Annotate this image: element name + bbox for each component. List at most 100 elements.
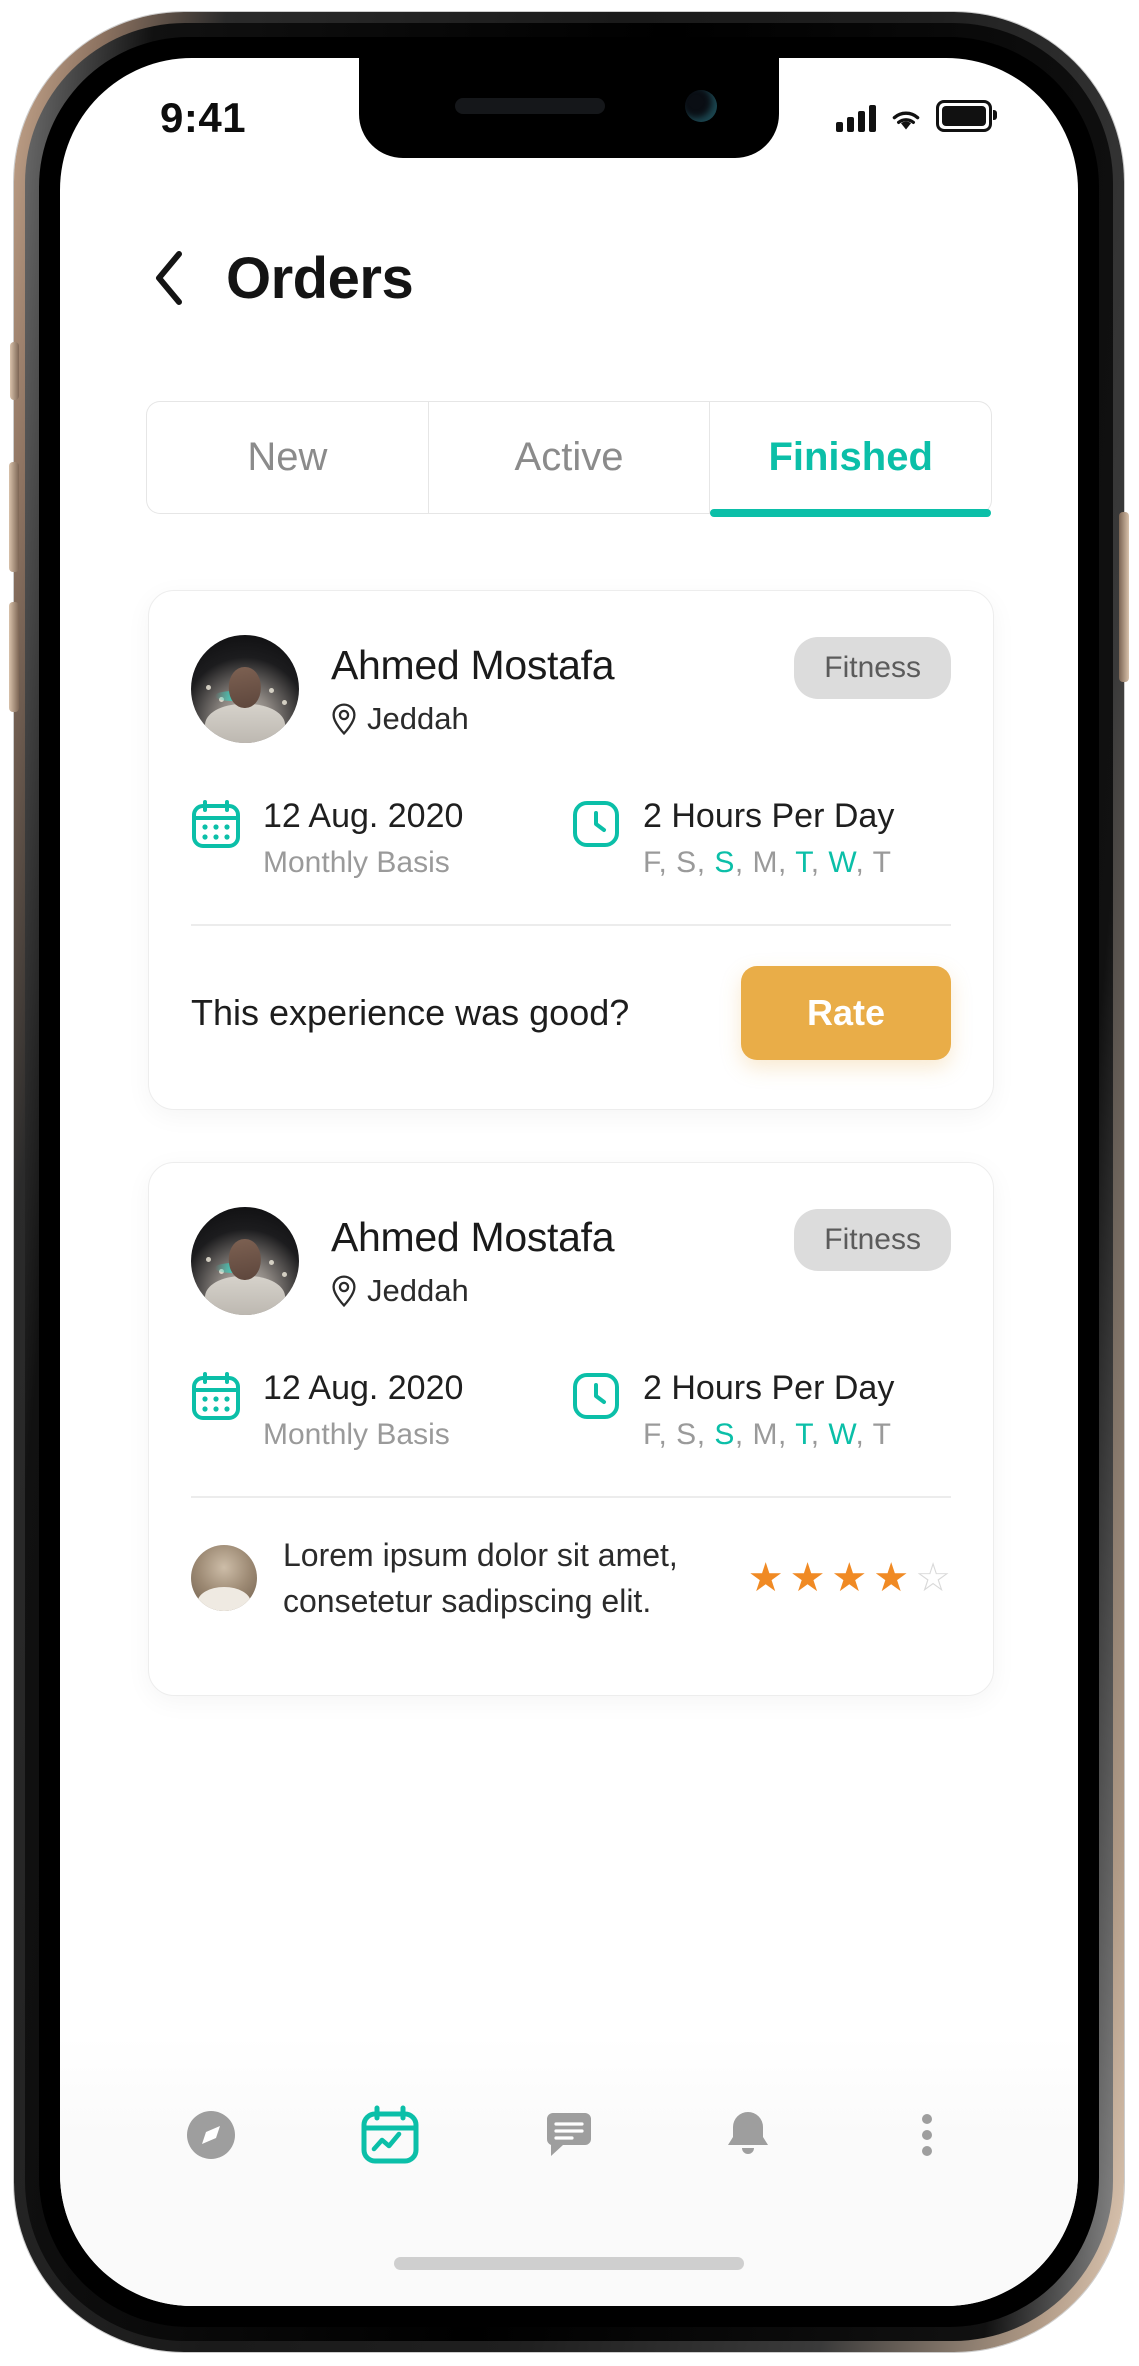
status-bar-time: 9:41 bbox=[160, 94, 247, 141]
notch bbox=[359, 58, 779, 158]
order-card-header: Ahmed Mostafa Jeddah Fitness bbox=[149, 591, 993, 743]
order-date-subtitle: Monthly Basis bbox=[263, 1418, 450, 1451]
nav-chat[interactable] bbox=[514, 2080, 624, 2190]
order-meta-row: 12 Aug. 2020 Monthly Basis 2 Hours Per D… bbox=[149, 1369, 993, 1452]
day-6: T bbox=[872, 846, 892, 879]
page-title: Orders bbox=[226, 245, 414, 311]
tab-active-indicator bbox=[710, 509, 992, 517]
day-1: S bbox=[676, 1418, 697, 1451]
order-date: 12 Aug. 2020 bbox=[263, 1369, 464, 1407]
reviewer-avatar bbox=[191, 1544, 257, 1611]
star-3: ★ bbox=[831, 1555, 868, 1600]
day-3: M bbox=[752, 846, 779, 879]
day-3: M bbox=[752, 1418, 779, 1451]
star-1: ★ bbox=[747, 1555, 784, 1600]
rate-button[interactable]: Rate bbox=[740, 965, 951, 1060]
star-4: ★ bbox=[873, 1555, 910, 1600]
card-divider bbox=[191, 1496, 951, 1498]
orders-tab-bar: New Active Finished bbox=[146, 401, 993, 517]
back-button[interactable] bbox=[152, 247, 204, 309]
card-divider bbox=[191, 924, 951, 926]
chat-bubble-icon bbox=[546, 2113, 591, 2156]
order-days: F, S, S, M, T, W, T bbox=[643, 846, 892, 879]
order-date-block: 12 Aug. 2020 Monthly Basis bbox=[191, 797, 571, 880]
clock-icon bbox=[573, 801, 619, 847]
signal-bars-icon bbox=[836, 104, 876, 132]
bell-icon bbox=[727, 2112, 768, 2154]
avatar-face bbox=[228, 1239, 262, 1281]
rate-question: This experience was good? bbox=[191, 991, 630, 1033]
front-camera-icon bbox=[685, 90, 717, 122]
order-duration: 2 Hours Per Day bbox=[643, 1369, 895, 1407]
provider-location-label: Jeddah bbox=[367, 700, 469, 736]
tab-active-label: Active bbox=[514, 435, 624, 479]
day-5: W bbox=[828, 1418, 856, 1451]
bottom-nav bbox=[60, 2060, 1078, 2210]
day-0: F bbox=[643, 1418, 659, 1451]
review-row: Lorem ipsum dolor sit amet, consetetur s… bbox=[149, 1532, 993, 1625]
phone-mockup: 9:41 Orders New Active Finished Ahmed Mo… bbox=[9, 12, 1129, 2352]
provider-location: Jeddah bbox=[331, 701, 951, 737]
day-5: W bbox=[828, 846, 856, 879]
review-text: Lorem ipsum dolor sit amet, consetetur s… bbox=[283, 1536, 678, 1619]
provider-location-label: Jeddah bbox=[367, 1272, 469, 1308]
day-4: T bbox=[795, 1418, 811, 1451]
order-days: F, S, S, M, T, W, T bbox=[643, 1418, 892, 1451]
order-duration-block: 2 Hours Per Day F, S, S, M, T, W, T bbox=[571, 1369, 951, 1452]
tab-active[interactable]: Active bbox=[427, 401, 710, 514]
star-2: ★ bbox=[789, 1555, 826, 1600]
avatar bbox=[191, 1207, 299, 1315]
tab-new-label: New bbox=[247, 435, 328, 479]
day-6: T bbox=[872, 1418, 892, 1451]
page-header: Orders bbox=[60, 218, 1078, 338]
nav-orders[interactable] bbox=[335, 2080, 445, 2190]
power-button[interactable] bbox=[1119, 512, 1129, 682]
order-card-header: Ahmed Mostafa Jeddah Fitness bbox=[149, 1163, 993, 1315]
avatar-face bbox=[228, 667, 262, 709]
order-date-subtitle: Monthly Basis bbox=[263, 846, 450, 879]
phone-screen: 9:41 Orders New Active Finished Ahmed Mo… bbox=[60, 58, 1078, 2306]
day-1: S bbox=[676, 846, 697, 879]
calendar-activity-icon bbox=[361, 2105, 419, 2164]
order-date: 12 Aug. 2020 bbox=[263, 797, 464, 835]
compass-icon bbox=[187, 2111, 236, 2159]
calendar-icon bbox=[192, 1372, 240, 1420]
avatar-shirt bbox=[205, 704, 285, 743]
day-0: F bbox=[643, 846, 659, 879]
avatar bbox=[191, 635, 299, 743]
status-bar-icons bbox=[836, 98, 997, 132]
status-badge: Fitness bbox=[794, 1209, 951, 1271]
clock-icon bbox=[573, 1373, 619, 1419]
earpiece-speaker bbox=[455, 98, 605, 114]
volume-up-button[interactable] bbox=[9, 462, 19, 572]
order-meta-row: 12 Aug. 2020 Monthly Basis 2 Hours Per D… bbox=[149, 797, 993, 880]
nav-notifications[interactable] bbox=[693, 2080, 803, 2190]
chevron-left-icon bbox=[156, 251, 182, 305]
provider-location: Jeddah bbox=[331, 1273, 951, 1309]
status-badge: Fitness bbox=[794, 637, 951, 699]
day-2: S bbox=[714, 846, 735, 879]
home-indicator[interactable] bbox=[394, 2257, 744, 2270]
star-5: ☆ bbox=[915, 1555, 951, 1600]
rate-prompt-row: This experience was good? Rate bbox=[149, 965, 993, 1060]
order-date-block: 12 Aug. 2020 Monthly Basis bbox=[191, 1369, 571, 1452]
order-card[interactable]: Ahmed Mostafa Jeddah Fitness 12 Aug. 202… bbox=[148, 1162, 994, 1696]
order-duration: 2 Hours Per Day bbox=[643, 797, 895, 835]
map-pin-icon bbox=[332, 702, 356, 735]
tab-new[interactable]: New bbox=[146, 401, 428, 514]
calendar-icon bbox=[192, 800, 240, 848]
order-duration-block: 2 Hours Per Day F, S, S, M, T, W, T bbox=[571, 797, 951, 880]
tab-finished-label: Finished bbox=[768, 435, 933, 479]
wifi-icon bbox=[889, 106, 923, 132]
mute-switch[interactable] bbox=[10, 342, 19, 400]
more-vertical-icon bbox=[921, 2114, 932, 2156]
day-2: S bbox=[714, 1418, 735, 1451]
nav-compass[interactable] bbox=[156, 2080, 266, 2190]
tab-finished[interactable]: Finished bbox=[709, 401, 993, 517]
nav-more[interactable] bbox=[872, 2080, 982, 2190]
order-card[interactable]: Ahmed Mostafa Jeddah Fitness 12 Aug. 202… bbox=[148, 590, 994, 1110]
volume-down-button[interactable] bbox=[9, 602, 19, 712]
day-4: T bbox=[795, 846, 811, 879]
map-pin-icon bbox=[332, 1274, 356, 1307]
battery-icon bbox=[936, 100, 997, 132]
